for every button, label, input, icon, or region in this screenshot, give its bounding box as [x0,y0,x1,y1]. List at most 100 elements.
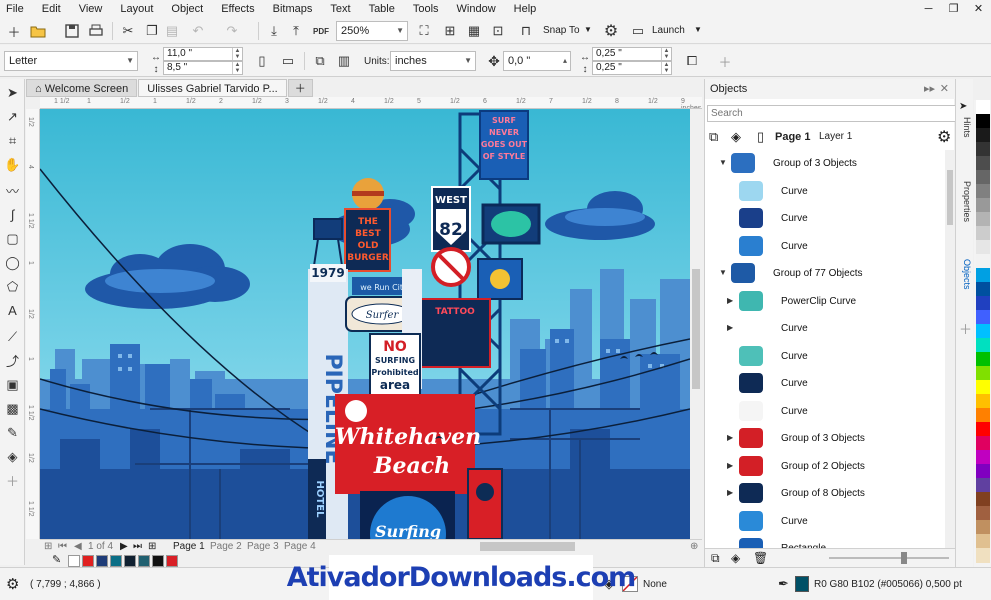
vertical-ruler[interactable]: 1/2 4 1 1/2 1 1/2 1 1 1/2 1/2 1 1/2 [26,109,40,539]
rectangle-tool-icon[interactable]: ▢ [3,229,22,248]
add-tool-icon[interactable]: ＋ [3,471,22,490]
menu-text[interactable]: Text [321,0,359,18]
eyedropper-tool-icon[interactable]: ✎ [3,423,22,442]
duplicate-x-field[interactable]: 0,25 " ▲ ▼ [592,47,672,61]
eyedropper-icon[interactable]: ✎ [52,553,61,566]
connector-tool-icon[interactable]: ⤴ [3,351,22,370]
freehand-tool-icon[interactable]: 〰 [3,181,22,200]
document-palette-swatch[interactable] [152,555,164,567]
new-document-icon[interactable]: ＋ [4,21,24,41]
cut-icon[interactable]: ✂ [118,21,138,41]
object-tree-row[interactable]: Curve [705,370,945,397]
snap-to-dropdown[interactable]: Snap To [543,25,580,36]
object-tree-row[interactable]: Curve [705,343,945,370]
new-layer-icon[interactable]: ⧉ [711,551,720,566]
palette-swatch[interactable] [976,492,990,507]
palette-swatch[interactable] [976,226,990,241]
first-page-icon[interactable]: ⏮ [58,540,67,553]
rulers-icon[interactable]: ⊞ [440,21,460,41]
document-palette-swatch[interactable] [82,555,94,567]
menu-window[interactable]: Window [448,0,505,18]
paste-icon[interactable]: ▤ [162,21,182,41]
horizontal-ruler[interactable]: 1 1/2 1 1/2 1 1/2 2 1/2 3 1/2 4 1/2 5 1/2 6 1/2 7 1/2 8 1/… [40,97,702,109]
horizontal-scroll-thumb[interactable] [480,542,575,551]
palette-swatch[interactable] [976,310,990,325]
menu-view[interactable]: View [70,0,112,18]
palette-swatch[interactable] [976,380,990,395]
document-palette-swatch[interactable] [138,555,150,567]
palette-swatch[interactable] [976,240,990,255]
options-gear-icon[interactable]: ⚙ [601,21,621,41]
add-icon[interactable]: ＋ [715,51,735,71]
launch-dropdown[interactable]: Launch [652,25,685,36]
open-icon[interactable] [28,21,48,41]
menu-effects[interactable]: Effects [212,0,263,18]
scroll-thumb[interactable] [692,269,700,389]
object-tree-row[interactable]: ▶ Group of 8 Objects [705,480,945,507]
vertical-scrollbar[interactable] [690,109,702,539]
tab-hints[interactable]: Hints [958,117,972,138]
palette-swatch[interactable] [976,534,990,549]
palette-swatch[interactable] [976,268,990,283]
artistic-media-icon[interactable]: ∫ [3,205,22,224]
outline-swatch[interactable] [795,576,809,592]
menu-layout[interactable]: Layout [111,0,162,18]
palette-swatch[interactable] [976,170,990,185]
restore-button[interactable]: ❐ [941,0,966,18]
page-tab-1[interactable]: Page 1 [173,540,205,553]
palette-swatch[interactable] [976,254,990,269]
redo-icon[interactable]: ↷ [222,21,242,41]
text-tool-icon[interactable]: A [3,301,22,320]
palette-swatch[interactable] [976,478,990,493]
page-selector[interactable]: Page 1 [775,131,810,143]
portrait-icon[interactable]: ▯ [252,51,272,71]
zoom-level-dropdown[interactable]: 250% ▼ [336,21,408,41]
document-palette-swatch[interactable] [96,555,108,567]
layer-selector[interactable]: Layer 1 [819,131,852,142]
document-palette-swatch[interactable] [124,555,136,567]
palette-swatch[interactable] [976,100,990,115]
object-tree-row[interactable]: Curve [705,205,945,232]
page-tab-3[interactable]: Page 3 [247,540,279,553]
menu-edit[interactable]: Edit [33,0,70,18]
object-tree-row[interactable]: Curve [705,178,945,205]
minimize-button[interactable]: ─ [916,0,941,18]
tab-properties[interactable]: Properties [958,181,972,222]
document-palette-swatch[interactable] [166,555,178,567]
objects-search-input[interactable] [707,105,956,122]
palette-swatch[interactable] [976,142,990,157]
palette-swatch[interactable] [976,128,990,143]
settings-gear-icon[interactable]: ⚙ [6,575,19,593]
palette-swatch[interactable] [976,282,990,297]
ellipse-tool-icon[interactable]: ◯ [3,253,22,272]
hints-tab-icon[interactable]: ➤ [959,101,967,112]
palette-swatch[interactable] [976,184,990,199]
import-icon[interactable]: ⤓ [264,21,284,41]
palette-swatch[interactable] [976,198,990,213]
pan-tool-icon[interactable]: ✋ [3,155,22,174]
last-page-icon[interactable]: ⏭ [133,540,142,553]
palette-swatch[interactable] [976,352,990,367]
new-master-layer-icon[interactable]: ◈ [731,551,740,565]
object-tree-row[interactable]: ▼ Group of 77 Objects [705,260,945,287]
palette-swatch[interactable] [976,436,990,451]
export-icon[interactable]: ⤒ [286,21,306,41]
object-tree-row[interactable]: ▶ PowerClip Curve [705,288,945,315]
close-docker-icon[interactable]: ✕ [940,79,949,99]
palette-swatch[interactable] [976,520,990,535]
object-tree-row[interactable]: ▶ Group of 2 Objects [705,453,945,480]
tab-objects[interactable]: Objects [958,259,972,290]
collapse-arrow-icon[interactable]: ▼ [719,158,727,167]
palette-swatch[interactable] [976,394,990,409]
tab-document[interactable]: Ulisses Gabriel Tarvido P... [138,79,287,97]
palette-swatch[interactable] [976,366,990,381]
object-tree-row[interactable]: ▼ Group of 3 Objects [705,150,945,177]
outline-pen-icon[interactable]: ✒ [778,576,789,592]
object-tree-row[interactable]: Curve [705,398,945,425]
fill-tool-icon[interactable]: ◈ [3,447,22,466]
palette-swatch[interactable] [976,450,990,465]
palette-swatch[interactable] [976,114,990,129]
snap-magnet-icon[interactable]: ⊓ [516,21,536,41]
transparency-tool-icon[interactable]: ▩ [3,399,22,418]
palette-swatch[interactable] [976,324,990,339]
